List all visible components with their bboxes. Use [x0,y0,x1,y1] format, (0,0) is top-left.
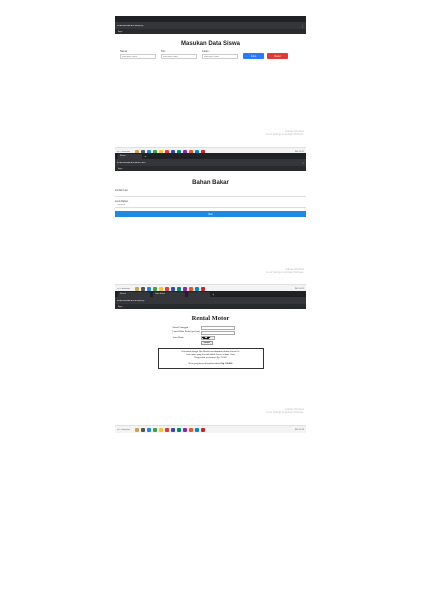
jenis-motor-row: Jenis Motor: Scooter [173,335,249,340]
lama-waktu-label: Lama Waktu Rental (per hari) : [172,330,200,335]
weather-widget[interactable]: 26°C Berawan [117,288,133,290]
watermark-line-2: Go to Settings to activate Windows. [266,411,304,414]
app-icon[interactable] [195,427,199,432]
activate-windows-watermark: Activate Windows Go to Settings to activ… [266,268,304,274]
app-icon[interactable] [153,427,157,432]
system-tray[interactable]: IND 10:22 [295,288,304,290]
browser-address-bar[interactable]: localhost/latihan/hasil.php ⋮ [115,22,306,29]
bookmarks-bar: Apps [115,29,306,34]
app-icon[interactable] [147,286,151,291]
search-icon[interactable] [141,427,145,432]
app-icon[interactable] [165,286,169,291]
windows-taskbar: 26°C Berawan IND 10:23 [115,425,306,433]
result-line-total: Besar yang harus di bayarkan adalah Rp. … [161,363,261,366]
submit-button[interactable]: Submit [200,341,213,345]
beli-button[interactable]: Beli [115,211,306,217]
app-icon[interactable] [189,427,193,432]
search-icon[interactable] [141,286,145,291]
url-text[interactable]: localhost/latihan/hasil.php [117,25,301,27]
nama-label: Nama : [120,50,129,53]
bookmarks-bar: Apps [115,304,306,309]
jenis-bahan-select[interactable] [115,203,306,208]
jumlah-liter-field: Jumlah Liter [115,189,306,197]
app-icon[interactable] [135,286,139,291]
screenshot-data-siswa: localhost/latihan/hasil.php ⋮ Apps Masuk… [115,16,306,155]
weather-widget[interactable]: 26°C Berawan [117,429,133,431]
page-title: Masukan Data Siswa [180,41,241,47]
rental-form: Nama Pelanggan : Lama Waktu Rental (per … [173,325,249,345]
page-title: Bahan Bakar [192,180,229,186]
app-icon[interactable] [171,427,175,432]
watermark-line-2: Go to Settings to activate Windows. [266,271,304,274]
nama-input[interactable] [120,54,156,59]
app-icon[interactable] [195,286,199,291]
new-tab-icon[interactable]: + [144,154,146,159]
nis-label: Nis : [161,50,167,53]
nis-input[interactable] [161,54,197,59]
nis-field: Nis : [161,50,199,59]
app-icon[interactable] [183,427,187,432]
page-title: Rental Motor [191,315,230,322]
app-icon[interactable] [177,427,181,432]
nama-field: Nama : [120,50,158,59]
app-icon[interactable] [177,286,181,291]
jumlah-liter-input[interactable] [115,192,306,197]
new-tab-icon[interactable]: + [212,292,214,297]
jenis-bahan-field: Jenis Bahan [115,200,306,208]
screenshot-rental-motor: Rental Data Siswa + localhost/latihan/re… [115,291,306,433]
reset-button[interactable]: Reset [267,53,288,59]
total-value: Rp. 100.000 [221,362,233,365]
kelas-field: Kelas : [202,50,240,59]
jenis-motor-select[interactable]: Scooter [200,335,215,340]
browser-address-bar[interactable]: localhost/latihan/rental.php [115,297,306,304]
folder-icon[interactable] [159,427,163,432]
bookmark-apps[interactable]: Apps [118,306,123,308]
siswa-form: Nama : Nis : Kelas : Kirim Reset [115,50,306,59]
chrome-icon[interactable] [201,286,205,291]
app-icon[interactable] [189,286,193,291]
bookmarks-bar: Apps [115,166,306,171]
bookmark-apps[interactable]: Apps [118,168,123,170]
chrome-icon[interactable] [201,427,205,432]
app-icon[interactable] [183,286,187,291]
result-box: is berstatus sebagai Non Member mendapat… [157,348,264,369]
bookmark-apps[interactable]: Apps [118,31,123,33]
browser-tab[interactable]: Data Siswa [153,292,185,297]
browser-tab[interactable] [188,292,210,297]
browser-tab[interactable]: Rental [118,292,150,297]
folder-icon[interactable] [159,286,163,291]
app-icon[interactable] [171,286,175,291]
nama-pelanggan-label: Nama Pelanggan : [172,326,190,329]
browser-address-bar[interactable]: localhost/latihan/bahan.html ⌕ [115,159,306,166]
url-text[interactable]: localhost/latihan/rental.php [117,300,304,302]
app-icon[interactable] [135,427,139,432]
url-text[interactable]: localhost/latihan/bahan.html [117,162,302,164]
browser-tab[interactable]: Bahan [118,154,142,159]
app-icon[interactable] [147,427,151,432]
total-prefix: Besar yang harus di bayarkan adalah [188,362,221,365]
activate-windows-watermark: Activate Windows Go to Settings to activ… [266,130,304,136]
kelas-label: Kelas : [202,50,210,53]
browser-menu-icon[interactable]: ⋮ [301,24,304,28]
search-icon[interactable]: ⌕ [302,161,304,165]
app-icon[interactable] [165,427,169,432]
kelas-input[interactable] [202,54,238,59]
submit-button[interactable]: Kirim [243,53,264,59]
jenis-motor-label: Jenis Motor: [172,336,185,339]
watermark-line-2: Go to Settings to activate Windows. [266,133,304,136]
activate-windows-watermark: Activate Windows Go to Settings to activ… [266,408,304,414]
app-icon[interactable] [153,286,157,291]
screenshot-bahan-bakar: Bahan + localhost/latihan/bahan.html ⌕ A… [115,153,306,292]
system-tray[interactable]: IND 10:23 [295,429,304,431]
lama-waktu-input[interactable] [200,330,235,335]
nama-pelanggan-input[interactable] [200,325,235,330]
